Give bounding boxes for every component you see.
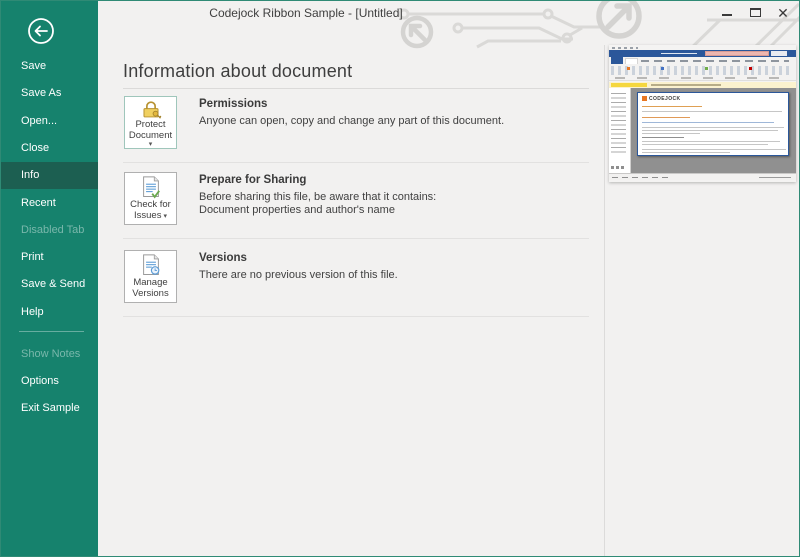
sidebar-item-help[interactable]: Help (1, 299, 98, 326)
section-divider (123, 162, 589, 163)
sidebar-item-open[interactable]: Open... (1, 108, 98, 135)
section-divider (123, 316, 589, 317)
app-window: Codejock Ribbon Sample - [Untitled] ✕ Sa… (0, 0, 800, 557)
maximize-button[interactable] (741, 1, 769, 24)
window-controls: ✕ (713, 1, 797, 24)
preview-status-bar (609, 173, 796, 180)
check-for-issues-button[interactable]: Check for Issues▾ (124, 172, 177, 225)
sidebar-item-show-notes: Show Notes (1, 341, 98, 368)
minimize-button[interactable] (713, 1, 741, 24)
preview-logo-text: CODEJOCK (649, 96, 681, 102)
sidebar-item-close[interactable]: Close (1, 135, 98, 162)
check-for-issues-label: Check for Issues▾ (130, 200, 171, 222)
window-title: Codejock Ribbon Sample - [Untitled] (121, 6, 491, 20)
sidebar-item-info[interactable]: Info (1, 162, 98, 189)
protect-document-label: Protect Document (129, 120, 172, 141)
preview-ribbon (609, 64, 796, 81)
lock-icon (139, 100, 163, 119)
check-document-icon (141, 176, 161, 199)
preview-title-text (661, 53, 697, 55)
sidebar-separator (19, 331, 84, 332)
sidebar-item-print[interactable]: Print (1, 244, 98, 271)
section-title-versions: Versions (199, 252, 591, 264)
preview-nav-pane (609, 88, 631, 175)
protect-document-button[interactable]: Protect Document ▾ (124, 96, 177, 149)
section-text: There are no previous version of this fi… (199, 269, 591, 282)
preview-titlebar (609, 50, 796, 57)
back-arrow-icon (27, 17, 55, 45)
section-title-prepare-for-sharing: Prepare for Sharing (199, 174, 591, 186)
preview-divider (604, 45, 605, 556)
preview-ribbon-group-labels (615, 77, 787, 79)
preview-file-tab (611, 57, 623, 64)
document-history-icon (141, 254, 161, 277)
preview-ribbon-tabs (609, 57, 796, 64)
close-button[interactable]: ✕ (769, 1, 797, 24)
page-title: Information about document (123, 61, 352, 82)
heading-divider (123, 88, 589, 89)
section-title-permissions: Permissions (199, 98, 591, 110)
sidebar-item-save[interactable]: Save (1, 53, 98, 80)
back-button[interactable] (27, 17, 55, 45)
preview-document-area: CODEJOCK (631, 88, 796, 175)
preview-tab-labels (641, 60, 789, 62)
manage-versions-button[interactable]: Manage Versions (124, 250, 177, 303)
sidebar-item-save-and-send[interactable]: Save & Send (1, 271, 98, 298)
close-icon: ✕ (777, 6, 789, 20)
sidebar-item-disabled-tab: Disabled Tab (1, 217, 98, 244)
preview-help-box (771, 51, 787, 56)
section-text: Anyone can open, copy and change any par… (199, 115, 591, 128)
section-text: Document properties and author's name (199, 204, 591, 217)
document-preview-thumbnail: CODEJOCK (609, 45, 796, 182)
minimize-icon (722, 14, 732, 16)
sidebar-item-recent[interactable]: Recent (1, 190, 98, 217)
manage-versions-label: Manage Versions (132, 278, 168, 299)
preview-search-box (705, 51, 769, 56)
section-divider (123, 238, 589, 239)
preview-logo-icon (642, 96, 647, 101)
sidebar-item-options[interactable]: Options (1, 368, 98, 395)
sidebar-item-save-as[interactable]: Save As (1, 80, 98, 107)
section-text: Before sharing this file, be aware that … (199, 191, 591, 204)
dropdown-caret-icon: ▾ (149, 142, 153, 148)
maximize-icon (750, 8, 761, 17)
preview-page: CODEJOCK (637, 92, 789, 156)
sidebar-item-exit-sample[interactable]: Exit Sample (1, 395, 98, 422)
dropdown-caret-icon: ▾ (163, 213, 167, 220)
backstage-sidebar: Save Save As Open... Close Info Recent D… (1, 1, 98, 556)
preview-qat-icons (612, 47, 638, 49)
preview-ribbon-icons (611, 66, 793, 75)
